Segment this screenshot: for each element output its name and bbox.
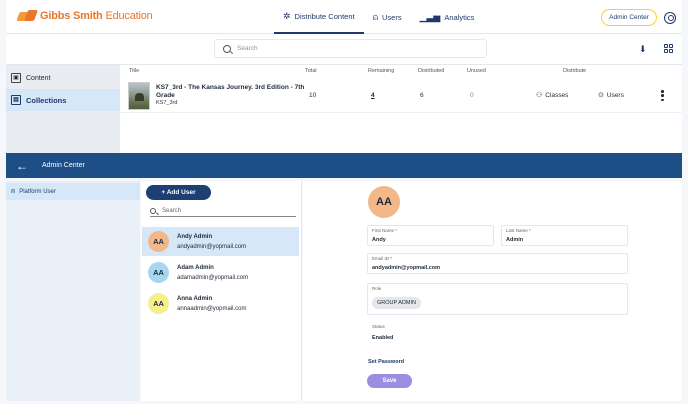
sidebar-item-label: Content: [26, 74, 51, 82]
grid-view-icon[interactable]: [664, 44, 673, 53]
table-header: Title Total Remaining Distributed Unused…: [120, 65, 682, 79]
classes-icon: ⚇: [536, 92, 543, 99]
list-item[interactable]: AA Adam Admin adamadmin@yopmail.com: [142, 258, 299, 287]
field-label: Role: [372, 286, 382, 291]
tab-label: Analytics: [444, 12, 475, 22]
logo-mark-icon: [18, 10, 38, 22]
distribute-users-label: Users: [606, 91, 624, 99]
image-icon: ▣: [11, 73, 21, 83]
row-code: KS7_3rd: [156, 100, 178, 106]
user-circle-icon: ⊙: [598, 92, 604, 99]
sidebar-item-content[interactable]: ▣ Content: [6, 67, 120, 89]
role-chip: GROUP ADMIN: [372, 297, 422, 309]
avatar: AA: [148, 293, 169, 314]
distribute-classes-label: Classes: [545, 91, 569, 99]
field-value: andyadmin@yopmail.com: [372, 265, 441, 271]
set-password-link[interactable]: Set Password: [368, 359, 404, 365]
user-name: Adam Admin: [177, 264, 214, 271]
cell-unused: 0: [470, 92, 474, 99]
brand-logo[interactable]: Gibbs Smith Education: [18, 10, 153, 22]
col-remaining: Remaining: [368, 68, 395, 74]
sidebar-item-label: Collections: [26, 95, 67, 105]
field-label: Last Name *: [506, 228, 531, 233]
first-name-field[interactable]: First Name * Andy: [367, 225, 494, 246]
avatar: AA: [148, 231, 169, 252]
collection-icon: ▤: [11, 95, 21, 105]
admin-center-button[interactable]: Admin Center: [601, 9, 657, 26]
field-value: Admin: [506, 237, 524, 243]
user-icon: ⍝: [11, 187, 16, 195]
admin-center-title: Admin Center: [42, 162, 85, 169]
tab-label: Distribute Content: [294, 11, 355, 21]
row-title: KS7_3rd - The Kansas Journey. 3rd Editio…: [156, 84, 305, 99]
user-detail-panel: AA First Name * Andy Last Name * Admin E…: [303, 181, 682, 401]
col-distribute: Distribute: [563, 68, 587, 74]
sidebar-item-label: Platform User: [19, 188, 56, 195]
user-icon: ⍝: [372, 11, 378, 22]
list-item[interactable]: AA Anna Admin annaadmin@yopmail.com: [142, 289, 299, 318]
profile-icon[interactable]: [664, 12, 676, 24]
distribute-classes-button[interactable]: ⚇ Classes: [536, 91, 569, 100]
search-icon: [223, 44, 231, 53]
field-value: Andy: [372, 237, 386, 243]
brand-name: Gibbs Smith Education: [40, 10, 153, 22]
save-button[interactable]: Save: [367, 374, 412, 388]
distribute-users-button[interactable]: ⊙ Users: [598, 91, 624, 100]
top-nav: Gibbs Smith Education ✲ Distribute Conte…: [6, 0, 682, 34]
avatar: AA: [148, 262, 169, 283]
email-field[interactable]: Email ID * andyadmin@yopmail.com: [367, 253, 628, 274]
search-icon: [150, 207, 156, 214]
library-sidebar: ▣ Content ▤ Collections: [6, 65, 120, 153]
tab-users[interactable]: ⍝ Users: [364, 0, 411, 34]
tab-distribute-content[interactable]: ✲ Distribute Content: [274, 0, 364, 34]
users-list-panel: + Add User Search AA Andy Admin andyadmi…: [141, 181, 302, 401]
table-row[interactable]: KS7_3rd - The Kansas Journey. 3rd Editio…: [120, 79, 682, 113]
status-label: Status: [372, 324, 385, 329]
user-name: Anna Admin: [177, 295, 213, 302]
col-unused: Unused: [467, 68, 486, 74]
field-label: First Name *: [372, 228, 398, 233]
user-search-placeholder: Search: [162, 207, 182, 214]
book-cover-thumbnail: [128, 82, 150, 110]
collections-table: Title Total Remaining Distributed Unused…: [120, 65, 682, 153]
last-name-field[interactable]: Last Name * Admin: [501, 225, 628, 246]
user-name: Andy Admin: [177, 233, 213, 240]
field-label: Email ID *: [372, 256, 393, 261]
sidebar-item-platform-user[interactable]: ⍝ Platform User: [6, 183, 140, 200]
tab-analytics[interactable]: ▁▃▅ Analytics: [411, 0, 484, 34]
list-item[interactable]: AA Andy Admin andyadmin@yopmail.com: [142, 227, 299, 256]
tab-label: Users: [381, 12, 402, 22]
download-icon[interactable]: ⬇: [639, 44, 647, 55]
role-field[interactable]: Role GROUP ADMIN: [367, 283, 628, 315]
admin-sidebar: ⍝ Platform User: [6, 181, 140, 401]
back-arrow-icon[interactable]: ←: [16, 160, 28, 172]
user-email: annaadmin@yopmail.com: [177, 305, 247, 312]
status-value[interactable]: Enabled: [372, 335, 393, 341]
col-title: Title: [129, 68, 140, 74]
user-email: andyadmin@yopmail.com: [177, 243, 247, 250]
search-toolbar: Search ⬇: [6, 34, 682, 65]
search-placeholder: Search: [237, 45, 258, 52]
cell-total: 10: [309, 92, 317, 99]
cell-distributed: 6: [420, 92, 424, 99]
user-email: adamadmin@yopmail.com: [177, 274, 249, 281]
admin-center-header: ← Admin Center: [6, 153, 682, 178]
user-search-input[interactable]: Search: [150, 205, 296, 217]
col-total: Total: [305, 68, 317, 74]
sidebar-item-collections[interactable]: ▤ Collections: [6, 89, 120, 111]
cell-remaining[interactable]: 4: [371, 92, 375, 99]
more-options-icon[interactable]: [661, 90, 664, 101]
bar-chart-icon: ▁▃▅: [419, 11, 441, 22]
asterisk-icon: ✲: [283, 10, 291, 21]
add-user-button[interactable]: + Add User: [146, 185, 211, 200]
avatar: AA: [368, 186, 400, 218]
search-input[interactable]: Search: [214, 39, 487, 58]
main-nav-tabs: ✲ Distribute Content ⍝ Users ▁▃▅ Analyti…: [274, 0, 483, 34]
col-distributed: Distributed: [418, 68, 445, 74]
